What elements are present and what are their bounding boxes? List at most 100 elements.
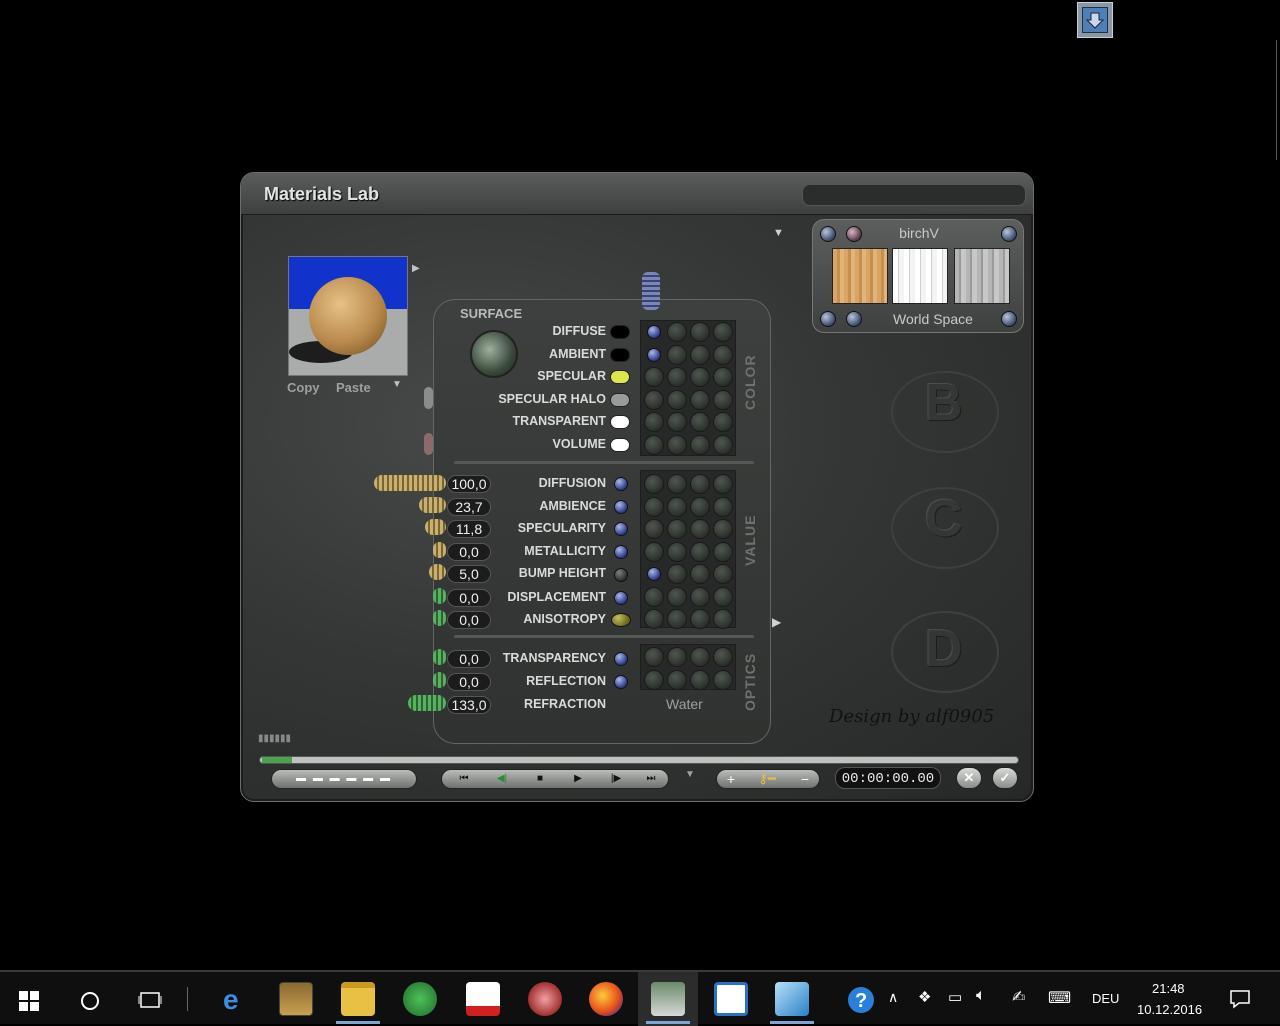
channel-cell[interactable] bbox=[713, 647, 733, 667]
tray-chevron-up-icon[interactable]: ∧ bbox=[888, 989, 898, 1006]
image-editor-icon[interactable] bbox=[775, 982, 809, 1016]
channel-cell[interactable] bbox=[644, 474, 664, 494]
specular-halo-handle[interactable] bbox=[424, 387, 433, 409]
value-specularity[interactable]: 11,8 bbox=[447, 520, 491, 538]
value-dot-icon[interactable] bbox=[614, 522, 628, 536]
value-transparency[interactable]: 0,0 bbox=[447, 650, 491, 668]
channel-cell[interactable] bbox=[713, 541, 733, 562]
volume-handle[interactable] bbox=[424, 433, 433, 455]
value-metallicity[interactable]: 0,0 bbox=[447, 543, 491, 561]
material-preview[interactable] bbox=[288, 256, 408, 376]
value-dot-icon[interactable] bbox=[614, 477, 628, 491]
swatch-specular[interactable] bbox=[610, 370, 630, 384]
slider-metallicity[interactable] bbox=[433, 542, 446, 558]
channel-cell[interactable] bbox=[690, 519, 710, 539]
edge-browser-icon[interactable]: e bbox=[217, 982, 251, 1016]
language-indicator[interactable]: DEU bbox=[1092, 991, 1119, 1006]
timeline-scrubber[interactable] bbox=[259, 756, 1019, 764]
channel-cell[interactable] bbox=[690, 389, 710, 410]
polar-app-icon[interactable] bbox=[466, 982, 500, 1016]
channel-cell[interactable] bbox=[713, 344, 733, 365]
video-app-icon[interactable] bbox=[279, 982, 313, 1016]
channel-cell[interactable] bbox=[667, 647, 687, 667]
value-dot-icon[interactable] bbox=[614, 545, 628, 559]
last-frame-button[interactable]: ⏭ bbox=[634, 770, 668, 788]
add-keyframe-button[interactable]: + bbox=[719, 770, 743, 788]
notifications-icon[interactable] bbox=[1229, 989, 1251, 1009]
refraction-preset[interactable]: Water bbox=[666, 696, 703, 712]
paint-app-icon[interactable] bbox=[528, 982, 562, 1016]
value-refraction[interactable]: 133,0 bbox=[447, 696, 491, 714]
texture-swatch-birch[interactable] bbox=[832, 248, 888, 304]
step-forward-button[interactable]: |▶ bbox=[598, 770, 634, 788]
frame-slots[interactable]: ▬ ▬ ▬ ▬ ▬ ▬ bbox=[271, 769, 417, 789]
network-app-icon[interactable] bbox=[403, 982, 437, 1016]
slider-specularity[interactable] bbox=[425, 519, 446, 535]
texture-space-menu-icon[interactable] bbox=[1001, 311, 1017, 327]
clock-date[interactable]: 10.12.2016 bbox=[1137, 1002, 1202, 1017]
cancel-button[interactable]: ✕ bbox=[956, 767, 982, 789]
file-explorer-icon[interactable] bbox=[341, 982, 375, 1016]
task-view-icon[interactable] bbox=[138, 991, 162, 1009]
corner-download-button[interactable] bbox=[1077, 2, 1113, 38]
channel-cell[interactable] bbox=[713, 474, 733, 494]
value-ambience[interactable]: 23,7 bbox=[447, 498, 491, 516]
channel-cell[interactable] bbox=[713, 564, 733, 584]
photos-app-icon[interactable] bbox=[714, 982, 748, 1016]
channel-cell[interactable] bbox=[644, 669, 664, 690]
step-back-button[interactable]: ◀| bbox=[484, 770, 520, 788]
channel-cell[interactable] bbox=[690, 322, 710, 342]
channel-cell[interactable] bbox=[690, 474, 710, 494]
stop-button[interactable]: ■ bbox=[522, 770, 558, 788]
channel-cell[interactable] bbox=[667, 322, 687, 342]
first-frame-button[interactable]: ⏮ bbox=[446, 770, 482, 788]
value-dot-icon[interactable] bbox=[614, 500, 628, 514]
texture-menu-icon[interactable] bbox=[1001, 226, 1017, 242]
channel-cell[interactable] bbox=[644, 434, 664, 455]
channel-cell[interactable] bbox=[644, 541, 664, 562]
channel-cell[interactable] bbox=[644, 519, 664, 539]
swatch-diffuse[interactable] bbox=[610, 325, 630, 339]
clock-time[interactable]: 21:48 bbox=[1152, 981, 1185, 996]
channel-cell[interactable] bbox=[713, 586, 733, 607]
channel-cell[interactable] bbox=[667, 519, 687, 539]
panel-handle[interactable] bbox=[642, 272, 660, 310]
help-icon[interactable]: ? bbox=[846, 985, 876, 1015]
optics-dot-icon[interactable] bbox=[614, 675, 628, 689]
value-reflection[interactable]: 0,0 bbox=[447, 673, 491, 691]
bryce-app-icon[interactable] bbox=[651, 982, 685, 1016]
channel-cell[interactable] bbox=[667, 496, 687, 517]
copy-button[interactable]: Copy bbox=[287, 380, 320, 395]
paste-button[interactable]: Paste bbox=[336, 380, 371, 395]
channel-cell[interactable] bbox=[644, 496, 664, 517]
channel-cell[interactable] bbox=[644, 609, 664, 629]
channel-cell[interactable] bbox=[713, 434, 733, 455]
remove-keyframe-button[interactable]: − bbox=[793, 770, 817, 788]
channel-cell[interactable] bbox=[713, 367, 733, 387]
channel-cell[interactable] bbox=[667, 669, 687, 690]
channel-cell[interactable] bbox=[690, 412, 710, 432]
channel-cell[interactable] bbox=[690, 647, 710, 667]
channel-cell[interactable] bbox=[667, 609, 687, 629]
channel-cell[interactable] bbox=[667, 564, 687, 584]
channel-cell[interactable] bbox=[690, 344, 710, 365]
play-button[interactable]: ▶ bbox=[560, 770, 596, 788]
channel-cell[interactable] bbox=[667, 367, 687, 387]
channel-cell[interactable] bbox=[644, 412, 664, 432]
slider-anisotropy[interactable] bbox=[433, 610, 446, 626]
channel-cell[interactable] bbox=[713, 519, 733, 539]
channel-cell[interactable] bbox=[690, 496, 710, 517]
channel-cell[interactable] bbox=[713, 609, 733, 629]
value-displacement[interactable]: 0,0 bbox=[447, 589, 491, 607]
channel-cell[interactable] bbox=[713, 412, 733, 432]
anisotropy-swatch[interactable] bbox=[611, 613, 631, 627]
dropbox-icon[interactable]: ❖ bbox=[918, 988, 931, 1006]
pen-icon[interactable]: ✍︎ bbox=[1012, 987, 1025, 1007]
dropdown-arrow-icon[interactable]: ▼ bbox=[773, 227, 784, 239]
channel-cell[interactable] bbox=[690, 669, 710, 690]
search-circle-icon[interactable] bbox=[80, 991, 100, 1011]
optics-dot-icon[interactable] bbox=[614, 652, 628, 666]
slider-bump-height[interactable] bbox=[429, 564, 446, 580]
value-dot-icon[interactable] bbox=[614, 591, 628, 605]
keyboard-icon[interactable]: ⌨︎ bbox=[1048, 988, 1071, 1008]
